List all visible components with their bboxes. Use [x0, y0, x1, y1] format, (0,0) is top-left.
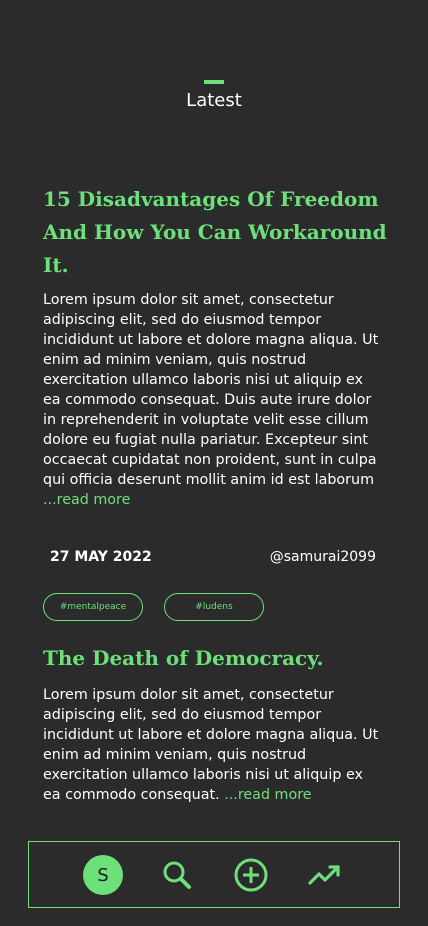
post-title[interactable]: 15 Disadvantages Of Freedom And How You …	[43, 183, 393, 282]
search-button[interactable]	[157, 855, 197, 895]
post-excerpt-text: Lorem ipsum dolor sit amet, consectetur …	[43, 292, 379, 488]
add-post-button[interactable]	[231, 855, 271, 895]
post-excerpt: Lorem ipsum dolor sit amet, consectetur …	[43, 685, 385, 805]
add-icon	[234, 858, 268, 892]
header-accent-bar	[204, 80, 224, 84]
page-header: Latest	[0, 80, 428, 111]
read-more-link[interactable]: ...read more	[224, 787, 311, 803]
tag-ludens[interactable]: #ludens	[164, 593, 264, 621]
read-more-link[interactable]: ...read more	[43, 492, 130, 508]
avatar: S	[83, 855, 123, 895]
post-excerpt-text: Lorem ipsum dolor sit amet, consectetur …	[43, 687, 379, 803]
page-title: Latest	[186, 90, 242, 111]
bottom-nav: S	[28, 841, 400, 908]
tag-mentalpeace[interactable]: #mentalpeace	[43, 593, 143, 621]
post-excerpt: Lorem ipsum dolor sit amet, consectetur …	[43, 290, 385, 510]
trending-button[interactable]	[305, 855, 345, 895]
post-title[interactable]: The Death of Democracy.	[43, 642, 393, 675]
search-icon	[163, 861, 191, 889]
profile-button[interactable]: S	[83, 855, 123, 895]
post-author[interactable]: @samurai2099	[270, 549, 376, 565]
trending-icon	[308, 865, 340, 885]
post-date: 27 MAY 2022	[50, 549, 152, 565]
